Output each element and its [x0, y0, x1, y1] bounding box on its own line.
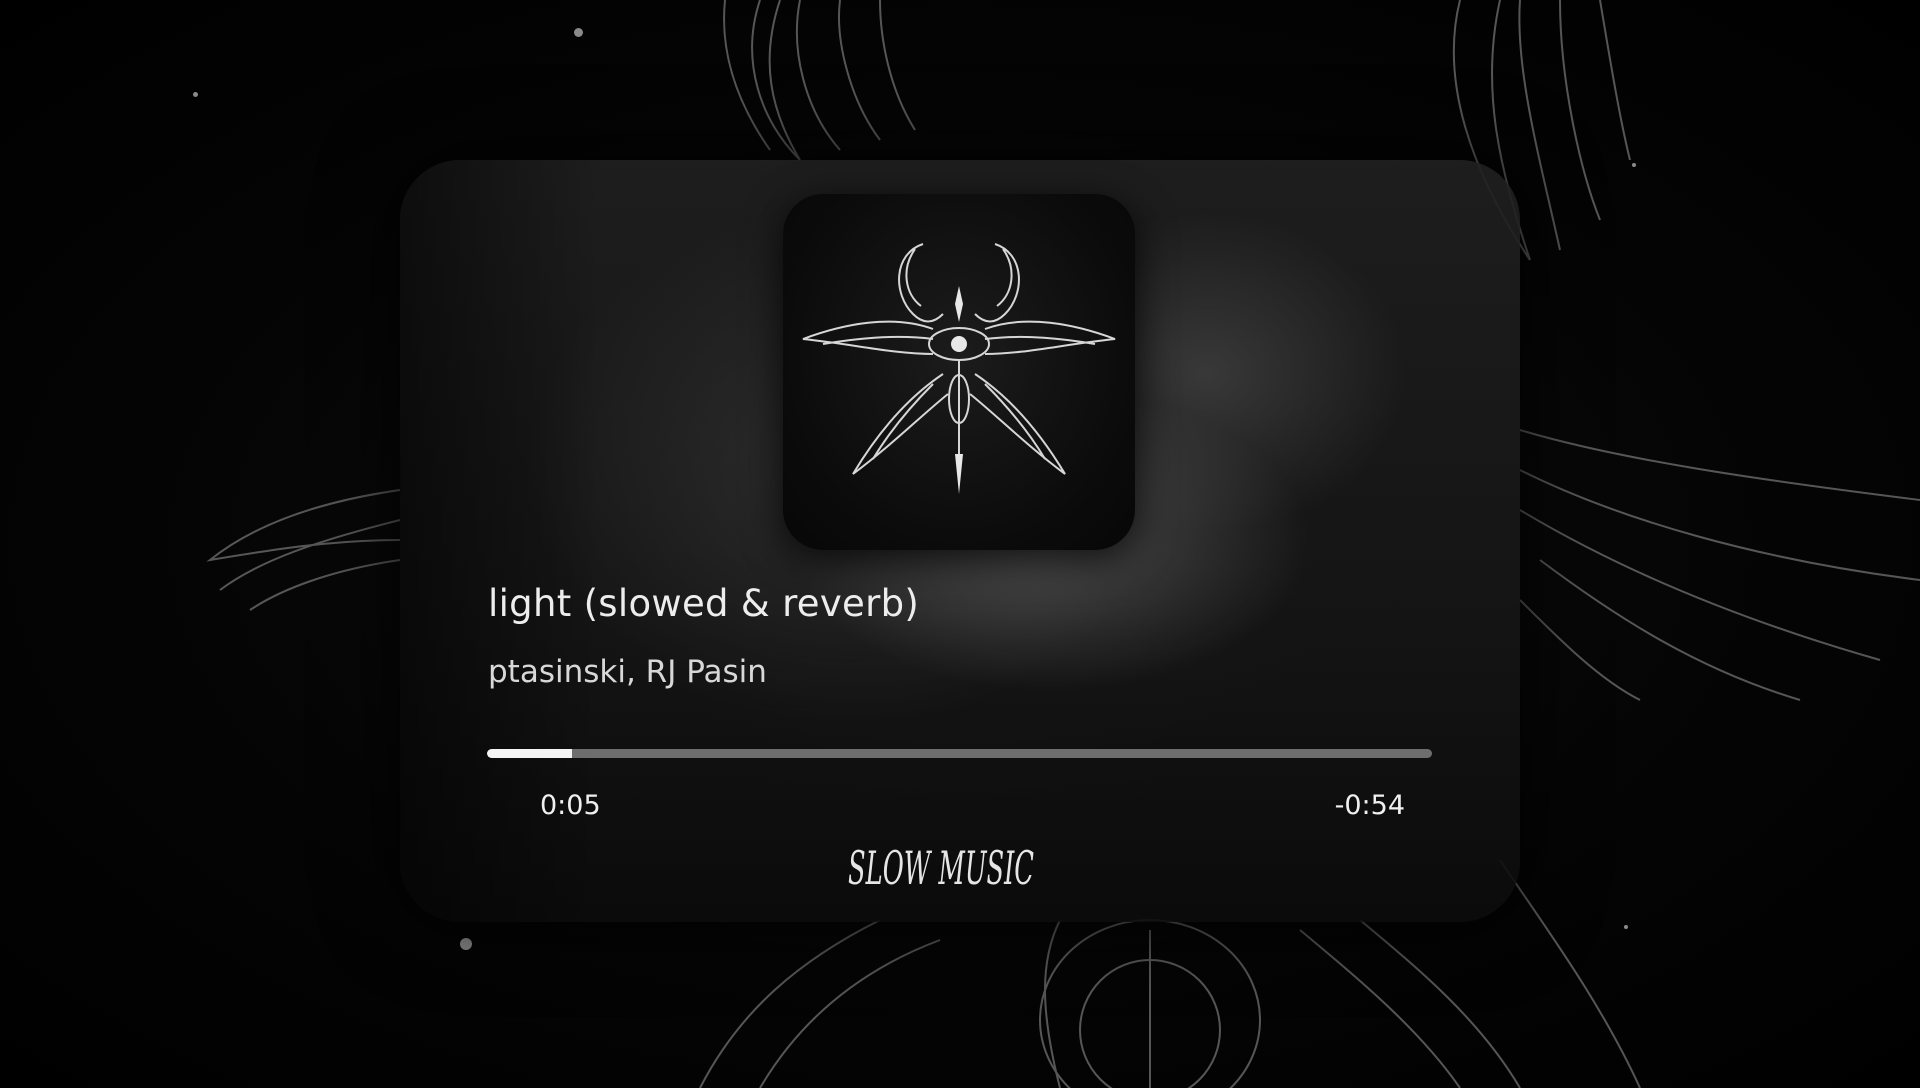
- track-title: light (slowed & reverb): [488, 582, 920, 625]
- elapsed-time: 0:05: [540, 790, 601, 821]
- dust-particle: [460, 938, 472, 950]
- dust-particle: [1624, 925, 1628, 929]
- progress-bar[interactable]: [487, 749, 1432, 758]
- video-frame: light (slowed & reverb) ptasinski, RJ Pa…: [0, 0, 1920, 1088]
- winged-eye-emblem-icon: [802, 243, 1116, 494]
- dust-particle: [193, 92, 198, 97]
- dust-particle: [574, 28, 583, 37]
- remaining-time: -0:54: [1334, 790, 1405, 821]
- track-artist: ptasinski, RJ Pasin: [488, 654, 767, 690]
- progress-fill: [487, 749, 573, 758]
- watermark-text: SLOW MUSIC: [848, 841, 1034, 895]
- dust-particle: [1632, 163, 1636, 167]
- album-cover: [783, 194, 1135, 550]
- slow-music-logo: SLOW MUSIC: [848, 841, 1034, 895]
